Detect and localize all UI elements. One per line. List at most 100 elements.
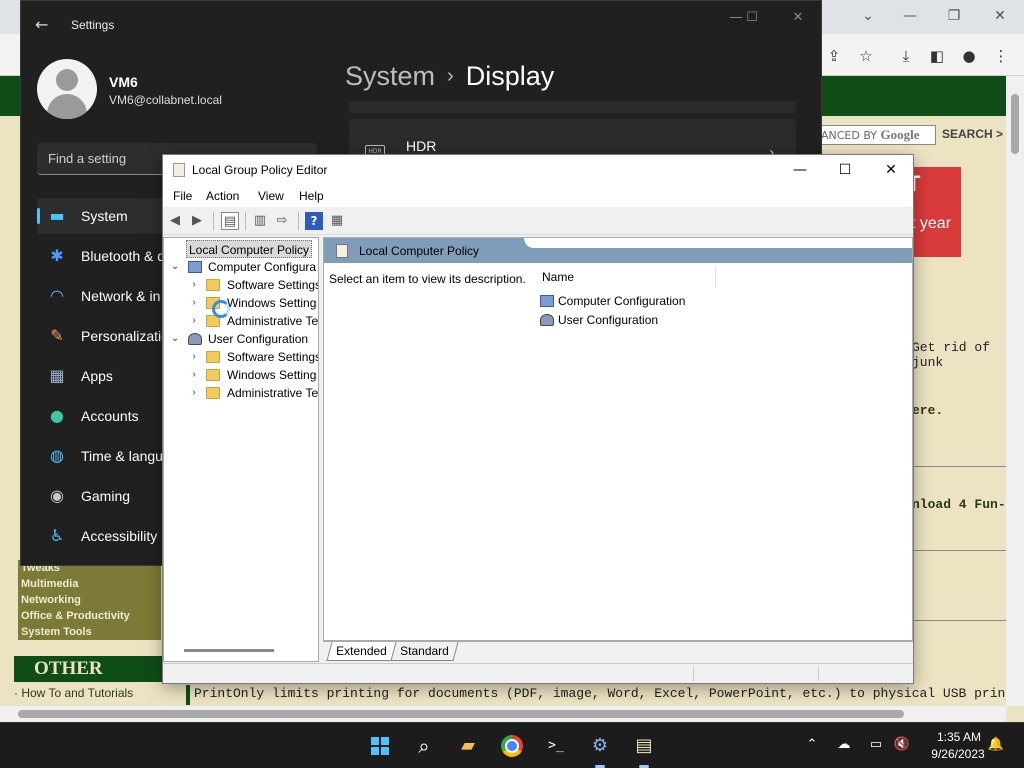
file-explorer-icon[interactable]: ▰ (453, 731, 483, 761)
tab-standard[interactable]: Standard (390, 642, 459, 661)
properties-icon[interactable]: ▥ (251, 212, 269, 230)
filter-view-icon[interactable]: ▦ (328, 212, 346, 230)
settings-gear-icon[interactable]: ⚙ (585, 731, 615, 768)
taskbar: ⌕ ▰ >_ ⚙ ▤ ⌃ ☁ ▭ 🔇 1:35 AM 9/26/2023 🔔 (0, 722, 1024, 768)
gpe-titlebar: Local Group Policy Editor — ☐ ✕ (163, 155, 913, 185)
bookmark-star-icon[interactable]: ☆ (856, 46, 876, 66)
user-name: VM6 (109, 74, 138, 90)
clock-time[interactable]: 1:35 AM (934, 730, 984, 744)
tree-node-admin-templates[interactable]: › Administrative Te (164, 384, 319, 402)
chevron-right-icon[interactable]: › (189, 276, 199, 294)
chevron-right-icon[interactable]: › (189, 312, 199, 330)
browser-restore-button[interactable]: ❐ (944, 6, 964, 26)
group-policy-app-icon (173, 163, 185, 177)
settings-close-button[interactable]: ✕ (783, 10, 813, 25)
tab-label: Extended (336, 644, 387, 658)
group-policy-icon[interactable]: ▤ (629, 731, 659, 768)
help-icon[interactable]: ? (305, 212, 323, 230)
divider (905, 620, 1006, 621)
page-text-download[interactable]: nload 4 Fun- (912, 497, 1006, 512)
terminal-icon[interactable]: >_ (541, 731, 571, 761)
search-icon[interactable]: ⌕ (409, 731, 439, 761)
category-networking[interactable]: Networking (18, 592, 161, 608)
browser-menu-icon[interactable]: ⋮ (991, 46, 1011, 66)
tutorials-link[interactable]: · How To and Tutorials (14, 686, 178, 700)
nav-item-label: Apps (81, 368, 113, 384)
menu-action[interactable]: Action (206, 189, 239, 203)
tree-horizontal-scrollbar[interactable] (184, 649, 274, 652)
avatar-head-icon (56, 69, 78, 91)
tree-node-label: Windows Setting (227, 368, 317, 382)
menu-view[interactable]: View (258, 189, 284, 203)
user-icon (540, 314, 554, 326)
onedrive-icon[interactable]: ☁ (835, 736, 853, 754)
tree-node-root[interactable]: Local Computer Policy (186, 240, 313, 258)
category-office[interactable]: Office & Productivity (18, 608, 161, 624)
tree-node-admin-templates[interactable]: › Administrative Te (164, 312, 318, 330)
volume-muted-icon[interactable]: 🔇 (893, 736, 911, 754)
page-horizontal-scrollbar[interactable] (0, 706, 1006, 722)
gpe-status-bar (163, 663, 913, 683)
export-list-icon[interactable]: ⇨ (273, 212, 291, 230)
gpe-maximize-button[interactable]: ☐ (828, 159, 862, 181)
breadcrumb-parent[interactable]: System (345, 61, 435, 91)
tree-node-computer-config[interactable]: ⌄ Computer Configura (164, 258, 318, 276)
news-ticker-text[interactable]: PrintOnly limits printing for documents … (186, 685, 1006, 705)
folder-icon (206, 369, 220, 381)
chevron-right-icon[interactable]: › (189, 348, 199, 366)
toolbar-separator (298, 212, 299, 230)
menu-help[interactable]: Help (299, 189, 324, 203)
other-news-heading: OTHER NEWS (14, 656, 162, 705)
back-arrow-icon[interactable]: ← (35, 15, 48, 34)
gpe-close-button[interactable]: ✕ (874, 159, 908, 181)
chevron-right-icon[interactable]: › (189, 294, 199, 312)
detail-pane[interactable]: Local Computer Policy Select an item to … (323, 237, 913, 641)
forward-arrow-icon[interactable]: ▶ (188, 212, 206, 230)
chrome-icon[interactable] (497, 731, 527, 761)
start-icon[interactable] (365, 731, 395, 761)
category-system-tools[interactable]: System Tools (18, 624, 161, 640)
share-icon[interactable]: ⇪ (824, 46, 844, 66)
browser-chevron-down-icon[interactable]: ⌄ (858, 6, 878, 26)
page-text-here[interactable]: ere. (912, 403, 943, 418)
category-multimedia[interactable]: Multimedia (18, 576, 161, 592)
tab-extended[interactable]: Extended (326, 642, 397, 661)
search-button[interactable]: SEARCH > (942, 127, 1003, 141)
browser-minimize-button[interactable]: — (900, 6, 920, 26)
side-panel-icon[interactable]: ◧ (927, 46, 947, 66)
scrollbar-thumb[interactable] (1011, 94, 1019, 154)
download-icon[interactable]: ⤓ (896, 46, 916, 66)
previous-setting-card[interactable] (349, 101, 796, 113)
show-hide-tree-icon[interactable]: ▤ (221, 212, 239, 230)
google-search-input[interactable]: ANCED BY Google (816, 125, 936, 145)
tree-node-windows-settings[interactable]: › Windows Setting (164, 294, 318, 312)
browser-close-button[interactable]: ✕ (990, 6, 1010, 26)
chevron-down-icon[interactable]: ⌄ (170, 258, 180, 276)
avatar[interactable] (37, 59, 97, 119)
chevron-right-icon[interactable]: › (189, 366, 199, 384)
tab-label: Standard (400, 644, 449, 658)
globe-clock-icon: ◍ (50, 446, 64, 465)
tree-node-windows-settings[interactable]: › Windows Setting (164, 366, 318, 384)
column-header-name[interactable]: Name (539, 266, 716, 288)
tree-pane[interactable]: Local Computer Policy ⌄ Computer Configu… (163, 237, 319, 662)
notification-bell-icon[interactable]: 🔔 (987, 736, 1005, 754)
menu-file[interactable]: File (173, 189, 192, 203)
scrollbar-thumb[interactable] (18, 710, 904, 718)
tree-node-software-settings[interactable]: › Software Settings (164, 276, 318, 294)
tree-node-user-config[interactable]: ⌄ User Configuration (164, 330, 318, 348)
profile-icon[interactable]: ● (959, 46, 979, 66)
chevron-down-icon[interactable]: ⌄ (170, 330, 180, 348)
settings-maximize-button[interactable]: ☐ (737, 10, 767, 25)
wifi-icon: ◠ (50, 286, 64, 305)
tree-node-label: Administrative Te (227, 386, 319, 400)
page-vertical-scrollbar[interactable] (1006, 76, 1024, 706)
display-monitor-icon[interactable]: ▭ (867, 736, 885, 754)
chevron-right-icon[interactable]: › (189, 384, 199, 402)
gpe-minimize-button[interactable]: — (783, 159, 817, 181)
tray-chevron-up-icon[interactable]: ⌃ (803, 736, 821, 754)
clock-date[interactable]: 9/26/2023 (921, 747, 995, 761)
gpe-title: Local Group Policy Editor (192, 163, 328, 177)
tree-node-software-settings[interactable]: › Software Settings (164, 348, 318, 366)
back-arrow-icon[interactable]: ◀ (166, 212, 184, 230)
